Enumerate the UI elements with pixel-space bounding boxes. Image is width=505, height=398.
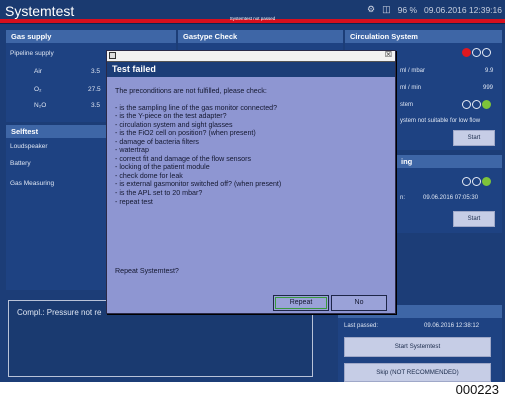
gas-label-o2: O₂: [34, 86, 42, 93]
test-failed-dialog: ☒ Test failed The preconditions are not …: [106, 50, 396, 314]
start-systemtest-button[interactable]: Start Systemtest: [344, 337, 491, 357]
gas-value-air: 3.5: [91, 68, 101, 75]
selftest-item-battery: Battery: [10, 160, 31, 167]
gas-label-air: Air: [34, 68, 42, 75]
alert-bar: Systemtest not passed: [0, 16, 505, 23]
low-flow-note: ystem not suitable for low flow: [400, 118, 481, 124]
no-button[interactable]: No: [331, 295, 387, 311]
alert-text: Systemtest not passed: [229, 16, 276, 21]
status-light-red: [462, 48, 471, 57]
gas-label-n2o: N₂O: [34, 102, 47, 109]
check-item: - is the APL set to 20 mbar?: [115, 189, 203, 198]
window-menu-icon[interactable]: [109, 52, 116, 59]
pipeline-supply-label: Pipeline supply: [10, 50, 54, 57]
battery-icon: ◫: [382, 4, 391, 14]
last-passed-value: 09.06.2016 12:38:12: [424, 323, 480, 329]
compliance-unit: ml / mbar: [400, 68, 426, 74]
leakage-value: 999: [483, 85, 494, 91]
selftest-item-loudspeaker: Loudspeaker: [10, 143, 48, 150]
check-item: - watertrap: [115, 146, 149, 155]
check-item: - correct fit and damage of the flow sen…: [115, 154, 252, 163]
status-light-green: [482, 100, 491, 109]
status-light-off: [472, 48, 481, 57]
dialog-intro: The preconditions are not fulfilled, ple…: [115, 87, 267, 95]
circulation-system-title: Circulation System: [345, 30, 502, 43]
check-item: - check dome for leak: [115, 171, 183, 180]
selftest-item-gas-measuring: Gas Measuring: [10, 180, 55, 187]
circulation-status-lights: [462, 48, 491, 57]
check-item: - repeat test: [115, 197, 153, 206]
status-light-off: [462, 100, 471, 109]
status-area: ⚙ ◫ 96 % 09.06.2016 12:39:16: [367, 4, 502, 15]
skip-systemtest-button[interactable]: Skip (NOT RECOMMENDED): [344, 363, 491, 382]
leak-start-button[interactable]: Start: [453, 211, 495, 227]
dialog-question: Repeat Systemtest?: [115, 267, 179, 275]
compliance-value: 9.9: [485, 68, 494, 74]
repeat-button[interactable]: Repeat: [273, 295, 329, 311]
status-light-green: [482, 177, 491, 186]
gas-value-n2o: 3.5: [91, 102, 101, 109]
status-light-off: [482, 48, 491, 57]
status-light-off: [472, 177, 481, 186]
wrench-icon: ⚙: [367, 4, 376, 14]
check-item: - is external gasmonitor switched off? (…: [115, 180, 282, 189]
dialog-title: Test failed: [107, 62, 395, 77]
systemtest-panel: Last passed: 09.06.2016 12:38:12 Start S…: [338, 305, 502, 382]
gas-supply-title: Gas supply: [6, 30, 176, 43]
top-bar: Systemtest ⚙ ◫ 96 % 09.06.2016 12:39:16 …: [0, 0, 505, 24]
status-light-off: [472, 100, 481, 109]
check-item: - locking of the patient module: [115, 163, 210, 172]
system-status-lights: [462, 100, 491, 109]
leak-last-passed-value: 09.06.2016 07:05:30: [423, 195, 479, 201]
date-time: 09.06.2016 12:39:16: [424, 4, 502, 15]
screen-title: Systemtest: [5, 3, 75, 19]
check-item: - is the FiO2 cell on position? (when pr…: [115, 129, 256, 138]
leakage-unit: ml / min: [400, 85, 421, 91]
gastype-check-title: Gastype Check: [178, 30, 343, 43]
check-item: - is the sampling line of the gas monito…: [115, 103, 278, 112]
close-icon[interactable]: ☒: [385, 50, 392, 59]
check-list: - is the sampling line of the gas monito…: [115, 104, 390, 207]
dialog-window-frame: ☒: [107, 50, 395, 62]
check-item: - circulation system and sight glasses: [115, 120, 233, 129]
leak-last-passed-label: n:: [400, 195, 406, 201]
check-item: - damage of bacteria filters: [115, 137, 199, 146]
circulation-start-button[interactable]: Start: [453, 130, 495, 146]
battery-level: 96 %: [397, 4, 417, 15]
dialog-body: The preconditions are not fulfilled, ple…: [115, 87, 390, 206]
device-screen: Systemtest ⚙ ◫ 96 % 09.06.2016 12:39:16 …: [0, 0, 505, 382]
last-passed-label: Last passed:: [344, 323, 379, 329]
status-light-off: [462, 177, 471, 186]
gas-value-o2: 27.5: [88, 86, 101, 93]
leak-status-lights: [462, 177, 491, 186]
check-item: - is the Y-piece on the test adapter?: [115, 112, 227, 121]
system-label: stem: [400, 102, 414, 108]
image-code: 000223: [453, 382, 501, 398]
